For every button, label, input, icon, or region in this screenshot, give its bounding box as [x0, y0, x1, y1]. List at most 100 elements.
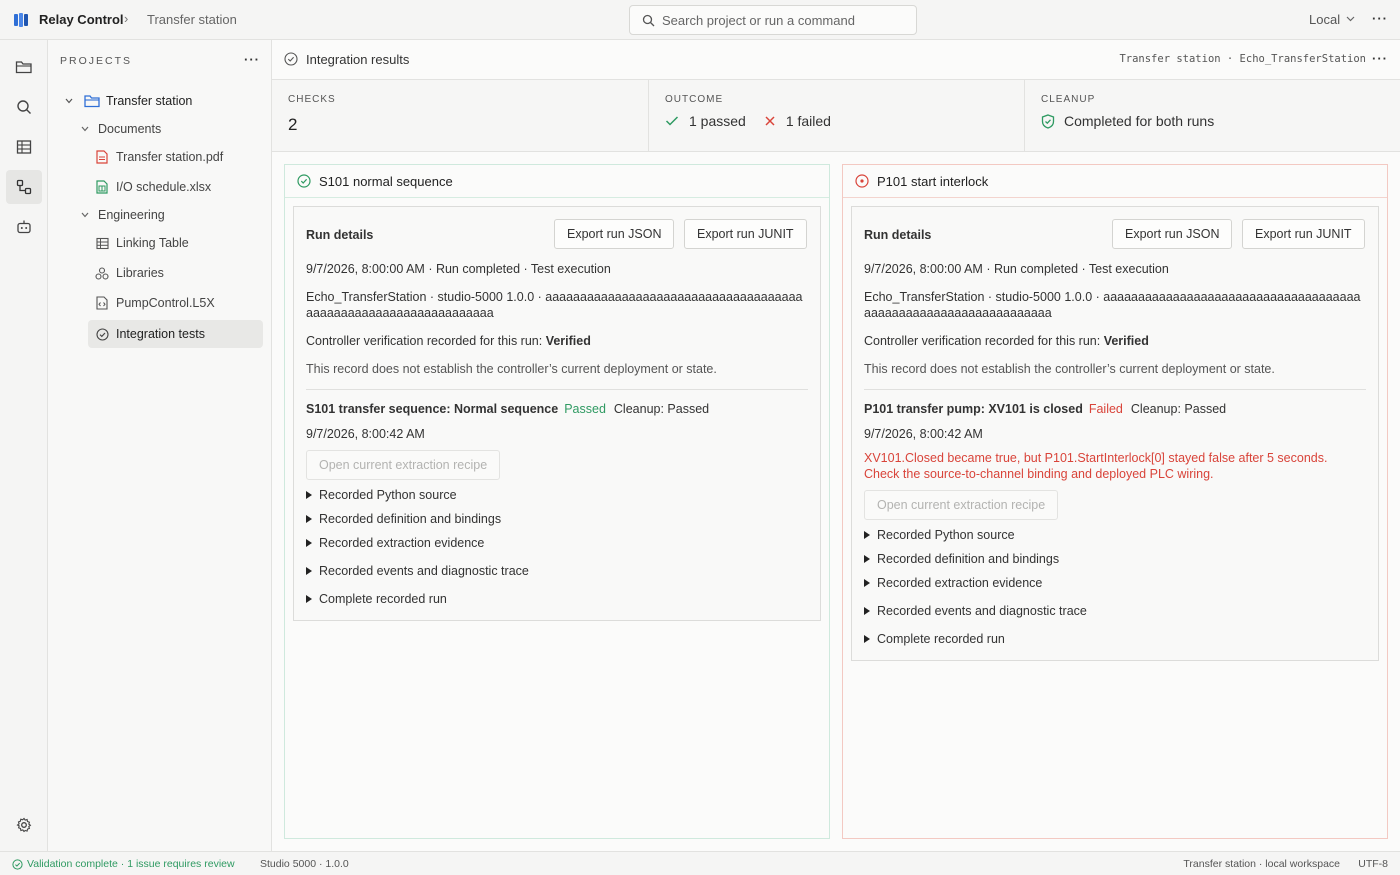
run-target-line1: Echo_TransferStation · studio-5000 1.0.0… — [864, 290, 1361, 304]
section-complete-run[interactable]: Complete recorded run — [306, 592, 447, 606]
pdf-file-icon — [94, 149, 110, 165]
section-events-trace[interactable]: Recorded events and diagnostic trace — [306, 564, 529, 578]
run-panel-header: P101 start interlock — [843, 165, 1387, 198]
tree-project-transfer-station[interactable]: Transfer station — [64, 87, 264, 115]
more-options-icon[interactable]: ··· — [1372, 11, 1388, 27]
run-verification: Controller verification recorded for thi… — [864, 333, 1149, 349]
explorer-button[interactable] — [6, 50, 42, 84]
tree-item-io-schedule[interactable]: I/O schedule.xlsx — [94, 173, 264, 201]
divider — [306, 389, 808, 390]
check-circle-icon — [297, 174, 311, 188]
section-label: Recorded events and diagnostic trace — [319, 564, 529, 578]
main-panel: Integration results Transfer station · E… — [272, 40, 1400, 851]
tree-item-transfer-station-pdf[interactable]: Transfer station.pdf — [94, 143, 264, 171]
check-time: 9/7/2026, 8:00:42 AM — [864, 427, 983, 441]
tree-group-engineering[interactable]: Engineering — [80, 201, 264, 229]
tree-item-pumpcontrol-l5x[interactable]: PumpControl.L5X — [94, 289, 264, 317]
disclosure-triangle-icon — [864, 607, 870, 615]
error-message-line2: Check the source-to-channel binding and … — [864, 467, 1214, 481]
run-name: P101 start interlock — [877, 173, 989, 189]
section-python-source[interactable]: Recorded Python source — [864, 528, 1015, 542]
breadcrumb-project[interactable]: Transfer station — [147, 12, 237, 27]
section-python-source[interactable]: Recorded Python source — [306, 488, 457, 502]
export-json-button[interactable]: Export run JSON — [554, 219, 675, 249]
export-junit-button[interactable]: Export run JUNIT — [1242, 219, 1365, 249]
sidebar-more-icon[interactable]: ··· — [244, 52, 260, 67]
disclosure-triangle-icon — [306, 595, 312, 603]
encoding-label[interactable]: UTF-8 — [1358, 858, 1388, 870]
verification-prefix: Controller verification recorded for thi… — [864, 334, 1104, 348]
disclosure-triangle-icon — [864, 555, 870, 563]
export-junit-button[interactable]: Export run JUNIT — [684, 219, 807, 249]
workspace-label: Transfer station · local workspace — [1183, 858, 1340, 870]
validation-text: Validation complete · 1 issue requires r… — [27, 858, 235, 870]
shield-check-icon — [1041, 113, 1055, 129]
section-definition-bindings[interactable]: Recorded definition and bindings — [864, 552, 1059, 566]
integration-button[interactable] — [6, 170, 42, 204]
run-details-card: Run details Export run JSON Export run J… — [851, 206, 1379, 661]
settings-button[interactable] — [6, 808, 42, 842]
tree-item-linking-table[interactable]: Linking Table — [94, 229, 264, 257]
check-title-row: P101 transfer pump: XV101 is closed Faile… — [864, 402, 1226, 416]
section-definition-bindings[interactable]: Recorded definition and bindings — [306, 512, 501, 526]
summary-stats: CHECKS 2 OUTCOME 1 passed 1 failed CLEAN… — [272, 80, 1400, 152]
tree-label: I/O schedule.xlsx — [116, 180, 212, 194]
chevron-down-icon — [81, 212, 89, 218]
section-extraction-evidence[interactable]: Recorded extraction evidence — [864, 576, 1042, 590]
run-details-title: Run details — [306, 228, 374, 242]
section-label: Recorded Python source — [319, 488, 457, 502]
stat-label: CHECKS — [288, 94, 336, 105]
error-message-line1: XV101.Closed became true, but P101.Start… — [864, 451, 1328, 465]
validation-status[interactable]: Validation complete · 1 issue requires r… — [12, 858, 235, 870]
command-search[interactable] — [629, 5, 917, 35]
run-panel-header: S101 normal sequence — [285, 165, 829, 198]
check-title-row: S101 transfer sequence: Normal sequence P… — [306, 402, 709, 416]
disclosure-triangle-icon — [306, 539, 312, 547]
automation-button[interactable] — [6, 210, 42, 244]
sidebar-title: PROJECTS — [60, 55, 133, 67]
tree-label: Transfer station.pdf — [116, 150, 224, 164]
failed-count: 1 failed — [785, 113, 831, 129]
app-logo-icon — [14, 13, 28, 27]
tree-label: Linking Table — [116, 236, 189, 250]
tree-item-integration-tests[interactable]: Integration tests — [88, 320, 263, 348]
tables-button[interactable] — [6, 130, 42, 164]
tree-item-libraries[interactable]: Libraries — [94, 259, 264, 287]
alert-circle-icon — [855, 174, 869, 188]
chevron-down-icon — [81, 126, 89, 132]
search-input[interactable] — [662, 12, 907, 29]
open-recipe-button[interactable]: Open current extraction recipe — [306, 450, 501, 480]
section-complete-run[interactable]: Complete recorded run — [864, 632, 1005, 646]
breadcrumb-chevron-icon: › — [124, 11, 129, 26]
tree-label: Libraries — [116, 266, 164, 280]
disclosure-triangle-icon — [306, 491, 312, 499]
export-json-button[interactable]: Export run JSON — [1112, 219, 1233, 249]
section-label: Complete recorded run — [319, 592, 447, 606]
open-recipe-button[interactable]: Open current extraction recipe — [864, 490, 1059, 520]
chevron-down-icon — [65, 98, 73, 104]
check-cleanup: Cleanup: Passed — [1130, 402, 1227, 416]
divider — [864, 389, 1366, 390]
stat-label: OUTCOME — [665, 94, 724, 105]
search-button[interactable] — [6, 90, 42, 124]
run-disclaimer: This record does not establish the contr… — [864, 362, 1275, 376]
section-label: Recorded definition and bindings — [319, 512, 502, 526]
header-more-icon[interactable]: ··· — [1372, 51, 1388, 66]
check-icon — [665, 116, 679, 126]
section-extraction-evidence[interactable]: Recorded extraction evidence — [306, 536, 484, 550]
check-title: S101 transfer sequence: Normal sequence — [306, 402, 559, 416]
page-title: Integration results — [306, 52, 410, 67]
section-events-trace[interactable]: Recorded events and diagnostic trace — [864, 604, 1087, 618]
tree-group-documents[interactable]: Documents — [80, 115, 264, 143]
environment-select[interactable]: Local — [1309, 12, 1355, 27]
robot-icon — [17, 220, 31, 234]
environment-label: Local — [1309, 12, 1341, 27]
chevron-down-icon — [1346, 16, 1355, 22]
spreadsheet-file-icon — [94, 179, 110, 195]
check-circle-icon — [94, 326, 110, 342]
run-disclaimer: This record does not establish the contr… — [306, 362, 717, 376]
tree-label: Integration tests — [116, 327, 205, 341]
target-version: Studio 5000 · 1.0.0 — [260, 858, 349, 870]
search-icon — [17, 100, 31, 114]
x-icon — [765, 116, 775, 126]
